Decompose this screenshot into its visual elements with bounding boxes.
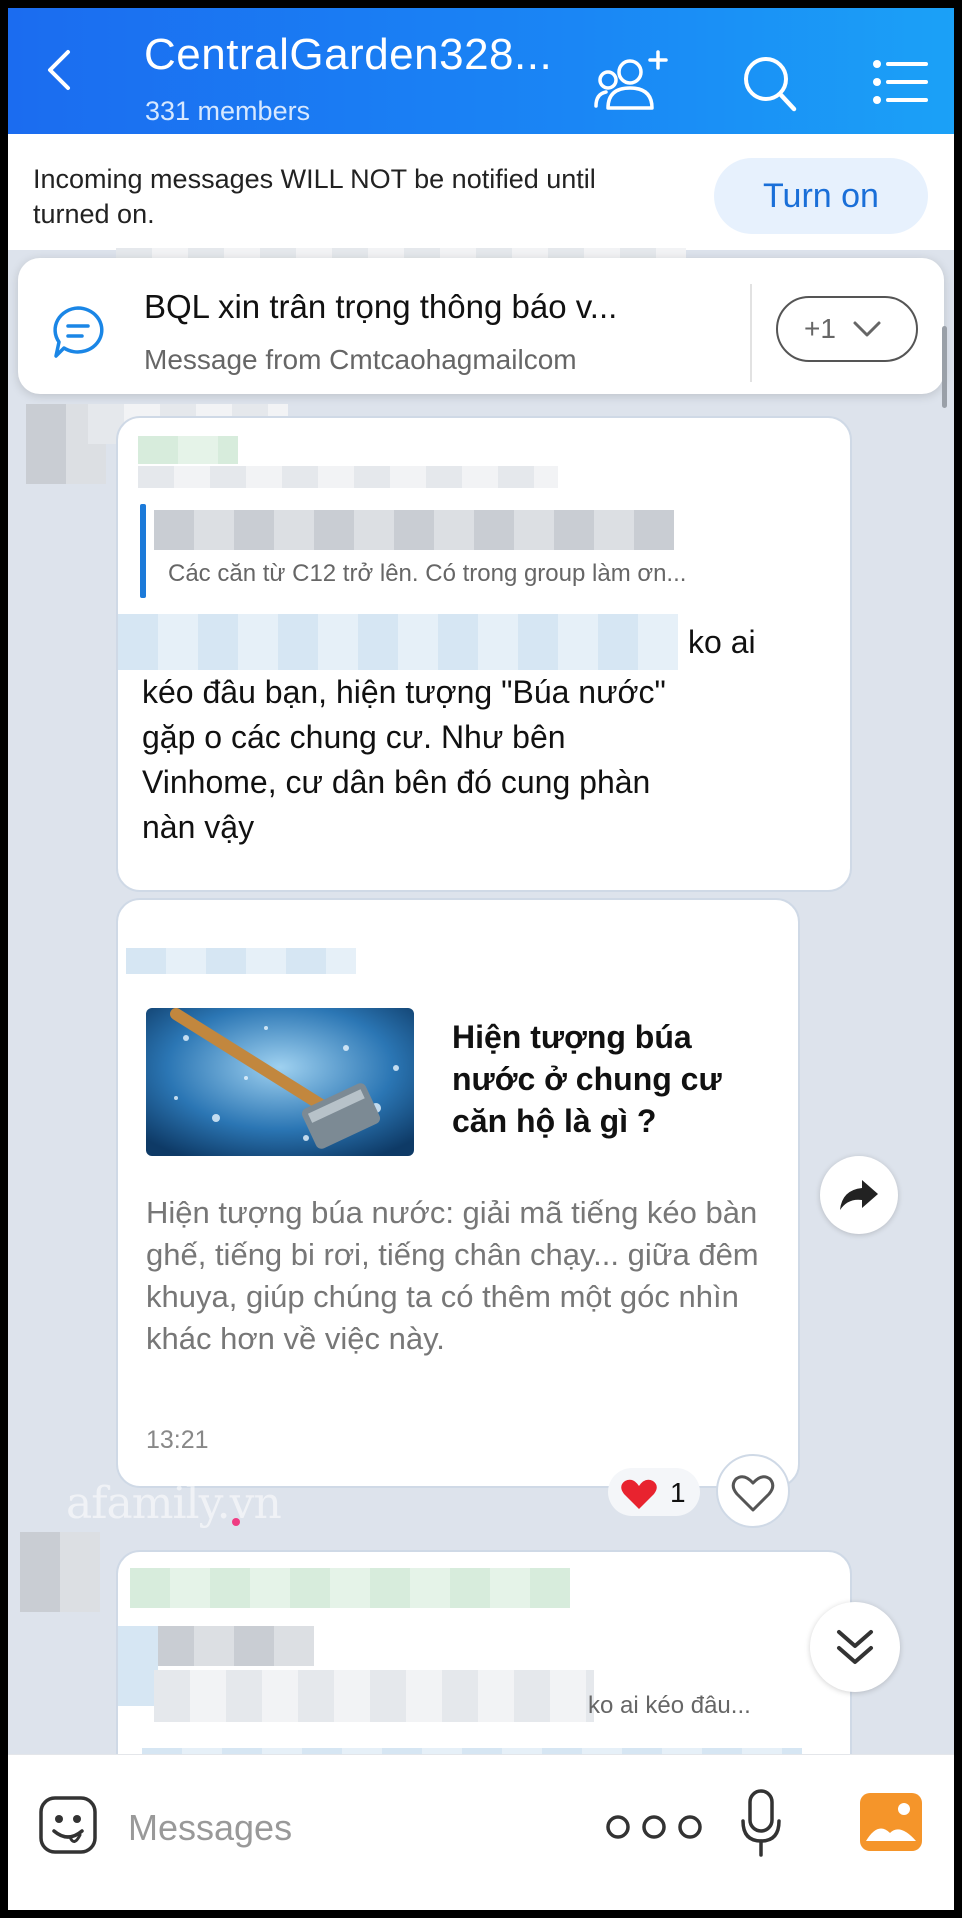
pinned-more-count: +1 <box>804 313 836 344</box>
quoted-sender <box>154 1626 314 1666</box>
reaction-count: 1 <box>670 1477 686 1508</box>
message-timestamp: 13:21 <box>146 1426 209 1454</box>
divider <box>750 284 752 382</box>
add-member-icon[interactable] <box>594 50 672 114</box>
pinned-more-button[interactable]: +1 <box>776 296 918 362</box>
reply-meta <box>138 466 558 488</box>
notification-banner: Incoming messages WILL NOT be notified u… <box>8 134 954 250</box>
turn-on-button[interactable]: Turn on <box>714 158 928 234</box>
chat-bubble-icon <box>53 306 104 358</box>
pinned-message[interactable]: BQL xin trân trọng thông báo v... Messag… <box>18 258 944 394</box>
quoted-line <box>154 1670 594 1722</box>
share-button[interactable] <box>820 1156 898 1234</box>
member-count[interactable]: 331 members <box>145 96 310 127</box>
quoted-sender <box>154 510 674 550</box>
quoted-text: ko ai kéo đâu... <box>588 1692 751 1719</box>
scroll-to-bottom-button[interactable] <box>810 1602 900 1692</box>
share-icon <box>840 1180 878 1210</box>
watermark-dot <box>232 1518 240 1526</box>
quoted-text: Các căn từ C12 trở lên. Có trong group l… <box>168 560 687 587</box>
photo-icon[interactable] <box>860 1793 922 1851</box>
group-title[interactable]: CentralGarden328... <box>144 30 552 80</box>
notification-text: Incoming messages WILL NOT be notified u… <box>33 164 596 229</box>
message-input-bar <box>8 1754 954 1910</box>
menu-icon[interactable] <box>872 58 928 106</box>
chat-header: CentralGarden328... 331 members <box>8 8 954 134</box>
message-text: kéo đâu bạn, hiện tượng "Búa nước" gặp o… <box>142 674 666 845</box>
double-chevron-down-icon <box>837 1630 873 1664</box>
search-icon[interactable] <box>742 54 798 114</box>
mention <box>118 614 678 670</box>
watermark: afamily.vn <box>66 1478 282 1529</box>
chat-screen: CentralGarden328... 331 members Incoming… <box>8 8 954 1910</box>
message-text-start: ko ai <box>688 624 756 660</box>
quote-bar <box>118 1626 158 1706</box>
emoji-icon[interactable] <box>38 1795 98 1855</box>
like-button[interactable] <box>716 1454 790 1528</box>
link-thumbnail[interactable] <box>146 1008 414 1156</box>
pinned-sender: Message from Cmtcaohagmailcom <box>144 344 577 375</box>
link-message-bubble[interactable]: Hiện tượng búa nước ở chung cư căn hộ là… <box>116 898 800 1488</box>
reply-sender <box>138 436 238 464</box>
sender-name <box>126 948 356 974</box>
back-icon[interactable] <box>38 48 82 92</box>
chevron-down-icon <box>853 321 881 337</box>
link-title[interactable]: Hiện tượng búa nước ở chung cư căn hộ là… <box>452 1016 772 1142</box>
message-input[interactable] <box>126 1795 490 1861</box>
sender-name <box>130 1568 570 1608</box>
microphone-icon[interactable] <box>740 1789 782 1859</box>
more-icon[interactable] <box>602 1813 706 1841</box>
pinned-title: BQL xin trân trọng thông báo v... <box>144 288 618 325</box>
heart-icon <box>621 1479 657 1509</box>
avatar <box>20 1532 100 1612</box>
message-bubble[interactable]: Các căn từ C12 trở lên. Có trong group l… <box>116 416 852 892</box>
reaction-badge[interactable]: 1 <box>608 1468 700 1516</box>
quote-bar <box>140 504 146 598</box>
heart-icon <box>731 1475 775 1512</box>
link-description: Hiện tượng búa nước: giải mã tiếng kéo b… <box>146 1195 759 1356</box>
scrollbar[interactable] <box>942 326 947 408</box>
